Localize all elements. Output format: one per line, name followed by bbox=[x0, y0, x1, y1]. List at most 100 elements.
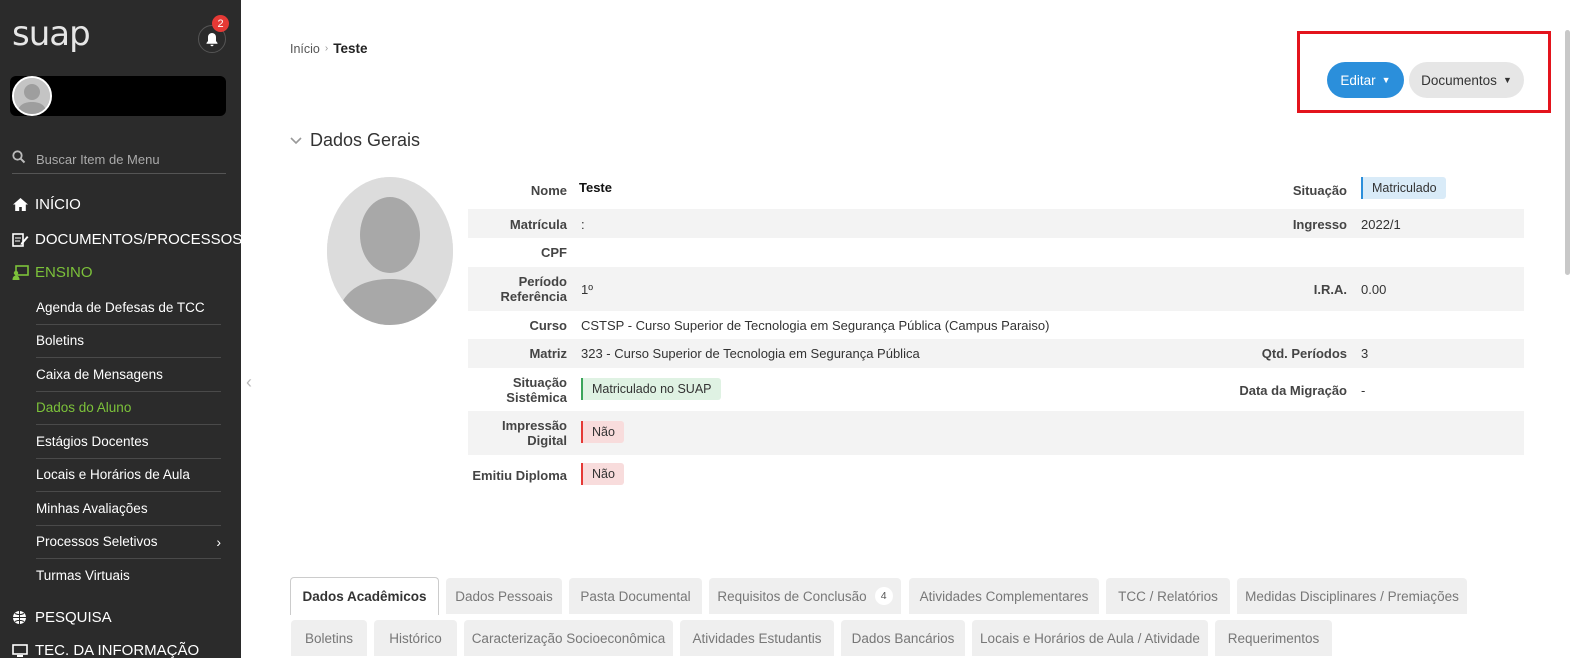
row-nome: Nome Teste Situação Matriculado bbox=[468, 176, 1524, 209]
field-label-impressao-line2: Digital bbox=[527, 433, 567, 448]
tab-dados-academicos[interactable]: Dados Acadêmicos bbox=[290, 577, 439, 615]
tab-requisitos-conclusao[interactable]: Requisitos de Conclusão 4 bbox=[709, 578, 901, 614]
menu-search bbox=[12, 148, 226, 174]
submenu-item-label: Turmas Virtuais bbox=[36, 568, 130, 584]
collapse-sidebar-chevron-icon[interactable]: ‹ bbox=[246, 372, 252, 393]
tab-boletins[interactable]: Boletins bbox=[291, 620, 367, 656]
tab-pasta-documental[interactable]: Pasta Documental bbox=[569, 578, 702, 614]
menu-item-label: PESQUISA bbox=[35, 609, 112, 626]
row-impressao-digital: Impressão Digital Não bbox=[468, 411, 1524, 455]
tab-medidas-disciplinares[interactable]: Medidas Disciplinares / Premiações bbox=[1237, 578, 1467, 614]
field-label-situacao-sistemica: Situação Sistêmica bbox=[506, 375, 567, 405]
row-matriz: Matriz 323 - Curso Superior de Tecnologi… bbox=[468, 339, 1524, 368]
tab-requerimentos[interactable]: Requerimentos bbox=[1215, 620, 1332, 656]
menu-item-ensino[interactable]: ENSINO bbox=[12, 264, 93, 281]
submenu-item-turmas-virtuais[interactable]: Turmas Virtuais bbox=[36, 559, 221, 593]
submenu-item-locais-horarios[interactable]: Locais e Horários de Aula bbox=[36, 459, 221, 492]
tab-label: Dados Bancários bbox=[851, 630, 955, 646]
home-icon bbox=[12, 197, 30, 212]
tab-atividades-estudantis[interactable]: Atividades Estudantis bbox=[680, 620, 834, 656]
status-badge-situacao-sistemica: Matriculado no SUAP bbox=[581, 378, 721, 400]
section-title: Dados Gerais bbox=[310, 130, 421, 150]
row-matricula: Matrícula : Ingresso 2022/1 bbox=[468, 209, 1524, 238]
menu-item-pesquisa[interactable]: PESQUISA bbox=[12, 609, 112, 626]
tab-locais-horarios-aula[interactable]: Locais e Horários de Aula / Atividade bbox=[972, 620, 1208, 656]
edit-button[interactable]: Editar ▼ bbox=[1327, 62, 1404, 98]
row-cpf: CPF bbox=[468, 238, 1524, 267]
tab-dados-bancarios[interactable]: Dados Bancários bbox=[841, 620, 965, 656]
field-label-sit-line2: Sistêmica bbox=[506, 390, 567, 405]
field-value-curso: CSTSP - Curso Superior de Tecnologia em … bbox=[581, 318, 1050, 333]
document-edit-icon bbox=[12, 232, 30, 247]
field-label-impressao-line1: Impressão bbox=[501, 418, 567, 433]
tab-atividades-complementares[interactable]: Atividades Complementares bbox=[909, 578, 1099, 614]
suap-logo[interactable]: suap bbox=[12, 14, 91, 54]
section-toggle-dados-gerais[interactable]: Dados Gerais bbox=[290, 130, 420, 151]
field-value-nome: Teste bbox=[579, 180, 612, 195]
tab-label: Medidas Disciplinares / Premiações bbox=[1245, 588, 1459, 604]
menu-item-label: INÍCIO bbox=[35, 196, 81, 213]
menu-item-label: TEC. DA INFORMAÇÃO bbox=[35, 642, 200, 658]
submenu-item-label: Estágios Docentes bbox=[36, 433, 149, 449]
status-badge-situacao: Matriculado bbox=[1361, 177, 1446, 199]
tab-tcc-relatorios[interactable]: TCC / Relatórios bbox=[1106, 578, 1230, 614]
submenu-item-label: Minhas Avaliações bbox=[36, 500, 148, 516]
submenu-item-estagios[interactable]: Estágios Docentes bbox=[36, 425, 221, 459]
tab-dados-pessoais[interactable]: Dados Pessoais bbox=[446, 578, 562, 614]
submenu-item-label: Agenda de Defesas de TCC bbox=[36, 299, 205, 315]
field-label-matriz: Matriz bbox=[529, 346, 567, 361]
menu-search-input[interactable] bbox=[36, 148, 224, 170]
documents-button-label: Documentos bbox=[1421, 72, 1497, 88]
field-label-curso: Curso bbox=[529, 318, 567, 333]
search-icon bbox=[12, 150, 26, 164]
menu-item-tec-informacao[interactable]: TEC. DA INFORMAÇÃO bbox=[12, 642, 199, 658]
sidebar: suap 2 INÍCIO DOCUMENTOS/PROCESSOS ENSIN… bbox=[0, 0, 241, 658]
breadcrumb-home-link[interactable]: Início bbox=[290, 42, 320, 56]
menu-item-label: DOCUMENTOS/PROCESSOS bbox=[35, 231, 241, 248]
submenu-item-label: Locais e Horários de Aula bbox=[36, 467, 190, 483]
student-photo bbox=[327, 177, 453, 325]
app: suap 2 INÍCIO DOCUMENTOS/PROCESSOS ENSIN… bbox=[0, 0, 1584, 658]
submenu-item-caixa-mensagens[interactable]: Caixa de Mensagens bbox=[36, 358, 221, 392]
submenu-item-dados-aluno[interactable]: Dados do Aluno bbox=[36, 392, 221, 425]
field-label-nome: Nome bbox=[530, 183, 567, 198]
field-label-cpf: CPF bbox=[541, 245, 567, 260]
breadcrumb: Início › Teste bbox=[290, 41, 368, 56]
menu-item-label: ENSINO bbox=[35, 264, 93, 281]
submenu-item-processos-seletivos[interactable]: Processos Seletivos › bbox=[36, 526, 221, 559]
menu-item-documentos[interactable]: DOCUMENTOS/PROCESSOS bbox=[12, 231, 241, 248]
field-label-emitiu-diploma: Emitiu Diploma bbox=[472, 468, 567, 483]
tab-label: Requerimentos bbox=[1227, 630, 1320, 646]
field-label-matricula: Matrícula bbox=[509, 217, 567, 232]
tab-label: Atividades Complementares bbox=[919, 588, 1089, 604]
computer-icon bbox=[12, 643, 30, 658]
tab-historico[interactable]: Histórico bbox=[374, 620, 457, 656]
breadcrumb-separator-icon: › bbox=[324, 43, 329, 54]
user-silhouette-icon bbox=[14, 78, 50, 114]
ensino-submenu: Agenda de Defesas de TCC Boletins Caixa … bbox=[36, 291, 221, 593]
tab-label: Atividades Estudantis bbox=[692, 630, 822, 646]
documents-button[interactable]: Documentos ▼ bbox=[1409, 62, 1524, 98]
tab-caracterizacao-socioeconomica[interactable]: Caracterização Socioeconômica bbox=[464, 620, 673, 656]
page-scrollbar[interactable] bbox=[1565, 30, 1570, 275]
chevron-right-icon: › bbox=[216, 533, 221, 550]
field-label-periodo: Período Referência bbox=[501, 274, 567, 304]
tab-label: Dados Acadêmicos bbox=[302, 589, 427, 604]
field-value-data-migracao: - bbox=[1361, 383, 1366, 398]
field-label-ira: I.R.A. bbox=[1313, 282, 1347, 297]
user-silhouette-icon bbox=[327, 177, 453, 325]
submenu-item-agenda[interactable]: Agenda de Defesas de TCC bbox=[36, 291, 221, 325]
field-label-situacao: Situação bbox=[1292, 183, 1347, 198]
submenu-item-avaliacoes[interactable]: Minhas Avaliações bbox=[36, 492, 221, 526]
field-label-impressao-digital: Impressão Digital bbox=[502, 418, 567, 448]
submenu-item-label: Boletins bbox=[36, 333, 85, 349]
status-badge-emitiu-diploma: Não bbox=[581, 463, 624, 485]
submenu-item-label: Processos Seletivos bbox=[36, 534, 158, 550]
field-label-periodo-line2: Referência bbox=[500, 289, 567, 304]
row-periodo: Período Referência 1º I.R.A. 0.00 bbox=[468, 267, 1524, 311]
submenu-item-boletins[interactable]: Boletins bbox=[36, 325, 221, 358]
breadcrumb-current: Teste bbox=[333, 41, 368, 56]
menu-item-inicio[interactable]: INÍCIO bbox=[12, 196, 81, 213]
field-value-matriz: 323 - Curso Superior de Tecnologia em Se… bbox=[581, 346, 920, 361]
user-avatar[interactable] bbox=[12, 76, 52, 116]
